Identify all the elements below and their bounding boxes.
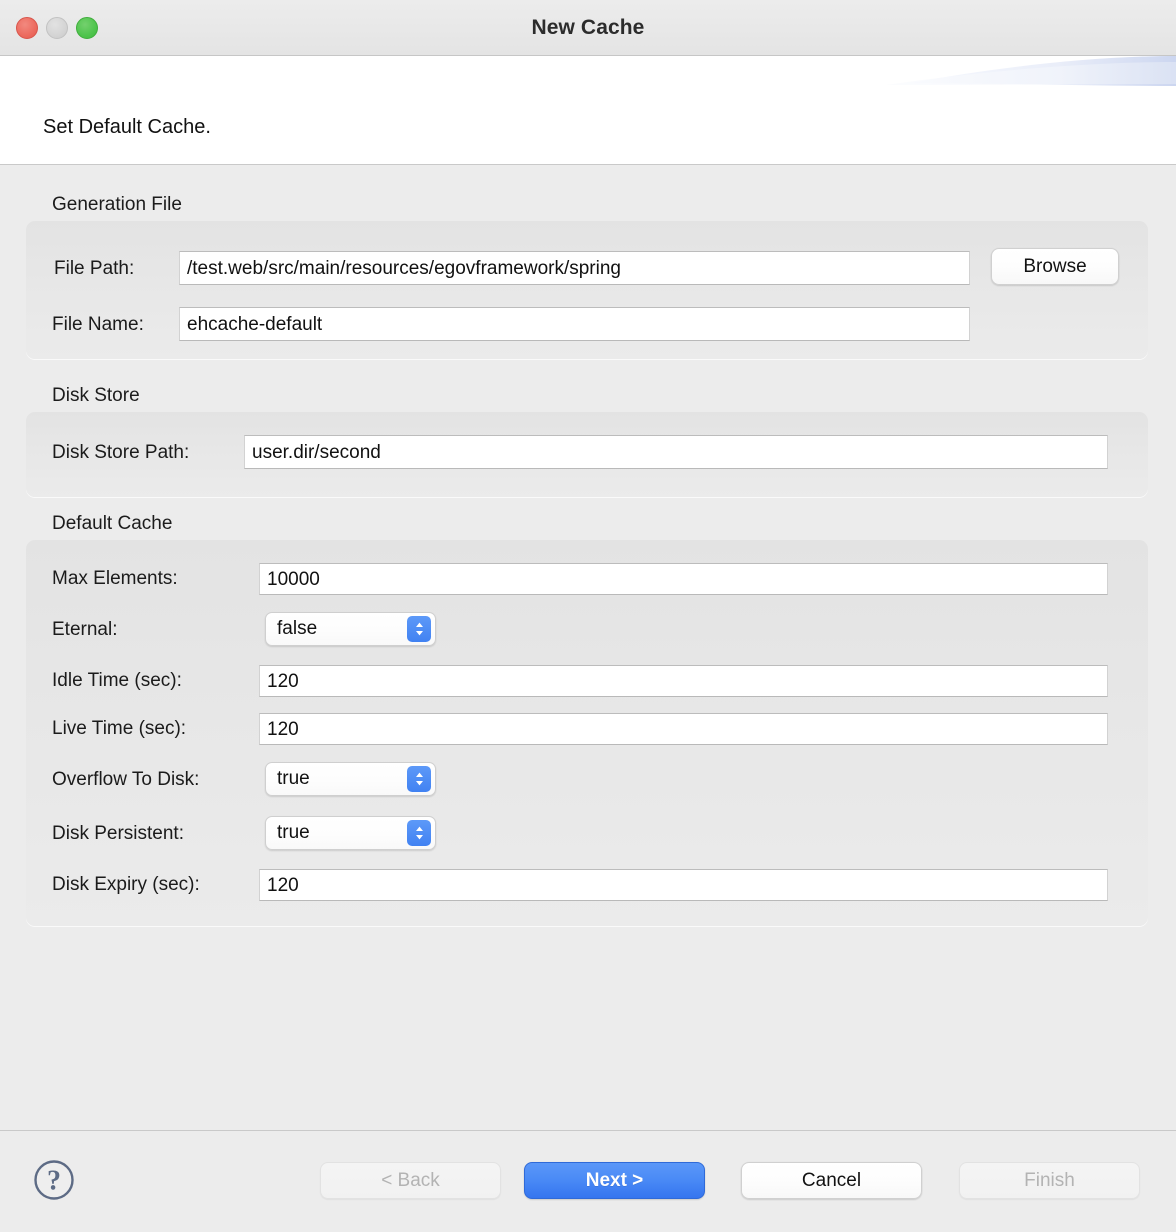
idle-time-label: Idle Time (sec): [52, 670, 182, 692]
svg-text:?: ? [47, 1166, 61, 1197]
wizard-header: Set Default Cache. [0, 56, 1176, 165]
dialog-body: Generation File File Path: /test.web/src… [0, 166, 1176, 1130]
chevron-up-down-icon [407, 766, 431, 792]
chevron-up-down-icon [407, 820, 431, 846]
chevron-up-down-icon [407, 616, 431, 642]
window-title: New Cache [0, 0, 1176, 56]
file-path-label: File Path: [54, 258, 134, 280]
file-name-input[interactable]: ehcache-default [179, 307, 970, 341]
max-elements-label: Max Elements: [52, 568, 178, 590]
new-cache-dialog: New Cache Set Default Cache. [0, 0, 1176, 1232]
live-time-input[interactable]: 120 [259, 713, 1108, 745]
idle-time-input[interactable]: 120 [259, 665, 1108, 697]
eternal-label: Eternal: [52, 619, 117, 641]
disk-expiry-input[interactable]: 120 [259, 869, 1108, 901]
cancel-button[interactable]: Cancel [741, 1162, 922, 1199]
disk-persistent-label: Disk Persistent: [52, 823, 184, 845]
window-titlebar: New Cache [0, 0, 1176, 56]
disk-expiry-label: Disk Expiry (sec): [52, 874, 200, 896]
disk-persistent-select[interactable]: true [265, 816, 436, 850]
overflow-to-disk-select[interactable]: true [265, 762, 436, 796]
next-button[interactable]: Next > [524, 1162, 705, 1199]
back-button[interactable]: < Back [320, 1162, 501, 1199]
file-name-label: File Name: [52, 314, 144, 336]
disk-store-path-label: Disk Store Path: [52, 442, 189, 464]
eternal-value: false [266, 618, 407, 640]
finish-button[interactable]: Finish [959, 1162, 1140, 1199]
help-button[interactable]: ? [33, 1159, 75, 1201]
overflow-to-disk-label: Overflow To Disk: [52, 769, 199, 791]
disk-persistent-value: true [266, 822, 407, 844]
eternal-select[interactable]: false [265, 612, 436, 646]
default-cache-group-label: Default Cache [52, 513, 172, 535]
page-title: Set Default Cache. [43, 116, 211, 139]
disk-store-path-input[interactable]: user.dir/second [244, 435, 1108, 469]
browse-button[interactable]: Browse [991, 248, 1119, 285]
overflow-to-disk-value: true [266, 768, 407, 790]
file-path-input[interactable]: /test.web/src/main/resources/egovframewo… [179, 251, 970, 285]
live-time-label: Live Time (sec): [52, 718, 186, 740]
max-elements-input[interactable]: 10000 [259, 563, 1108, 595]
generation-file-group-label: Generation File [52, 194, 182, 216]
header-decoration-swoosh [876, 56, 1176, 104]
disk-store-group-label: Disk Store [52, 385, 140, 407]
